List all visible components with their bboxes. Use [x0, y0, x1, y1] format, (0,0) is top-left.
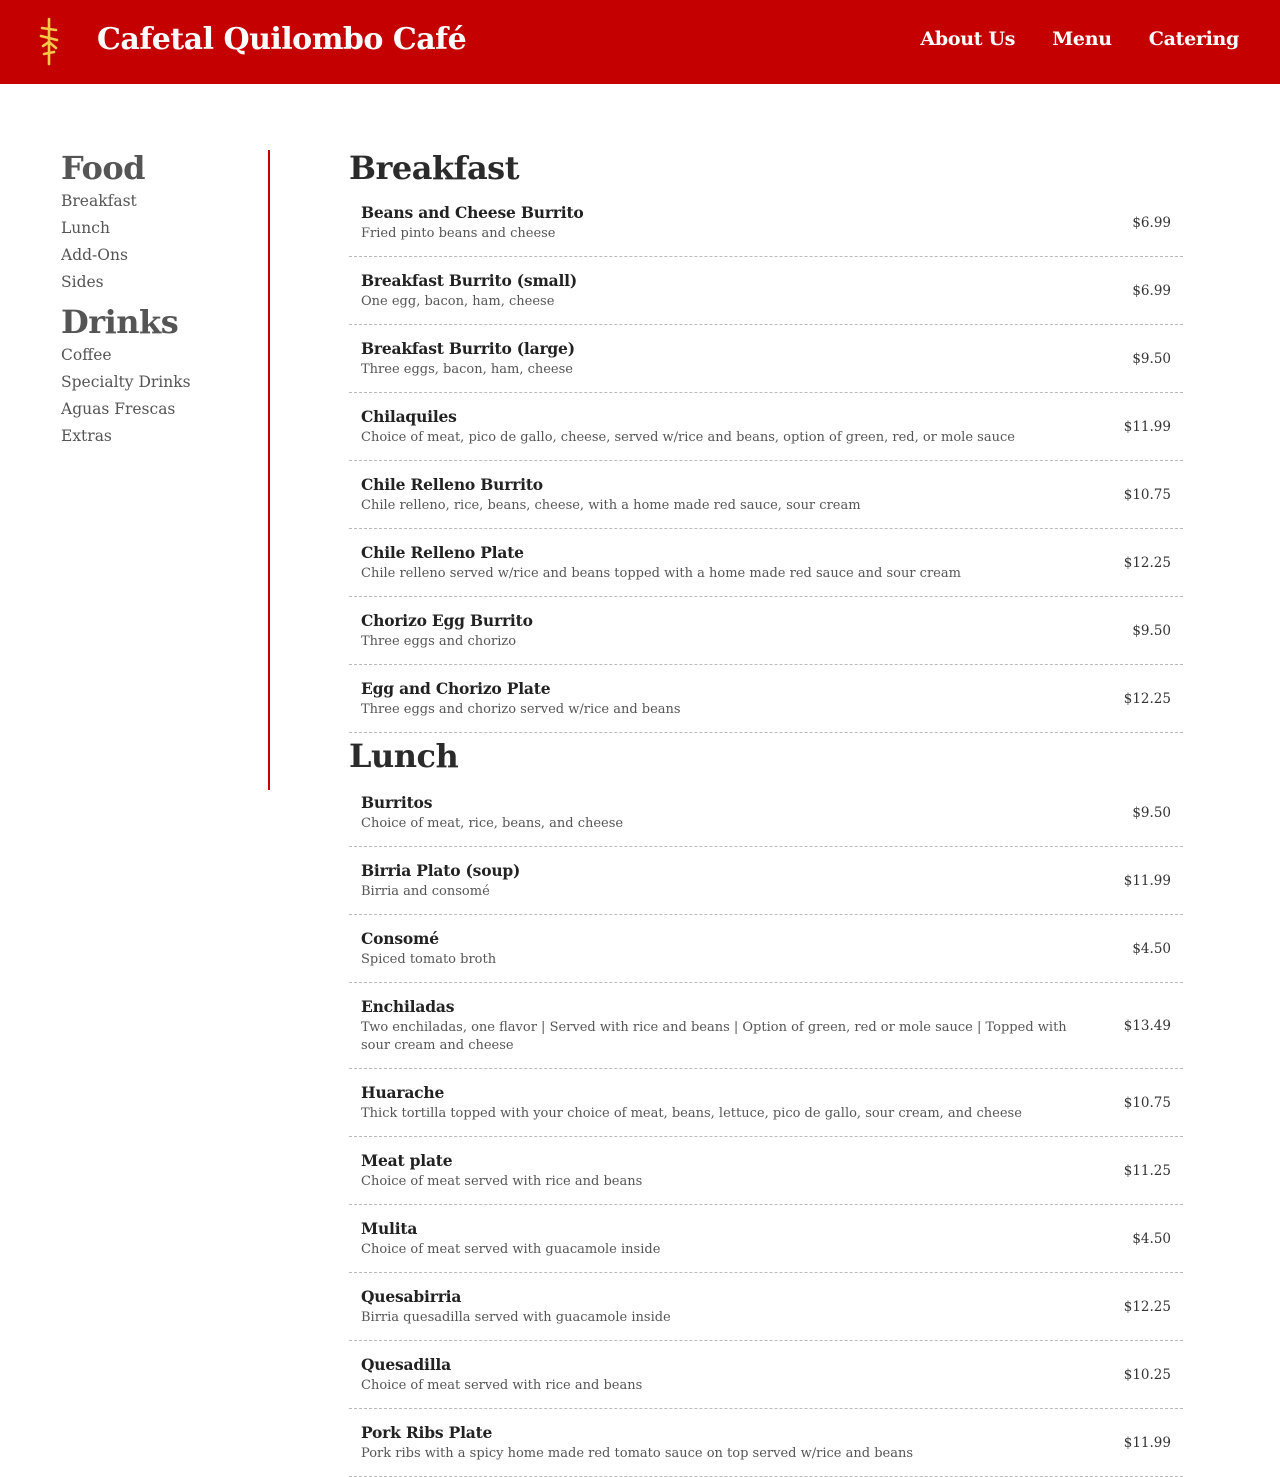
item-name: Beans and Cheese Burrito	[361, 202, 584, 222]
item-name: Enchiladas	[361, 996, 455, 1016]
menu-item: Chorizo Egg Burrito Three eggs and choriz…	[349, 597, 1183, 665]
item-price: $4.50	[1132, 940, 1171, 957]
item-description: Birria quesadilla served with guacamole …	[361, 1309, 671, 1325]
sidebar-heading-food: Food	[61, 149, 146, 187]
item-name: Burritos	[361, 792, 433, 812]
menu-sidebar: Food Breakfast Lunch Add-Ons Sides Drink…	[61, 148, 261, 456]
item-description: Choice of meat, rice, beans, and cheese	[361, 815, 624, 831]
menu-item: Chile Relleno Burrito Chile relleno, rice…	[349, 461, 1183, 529]
item-description: Three eggs and chorizo served w/rice and…	[361, 701, 681, 717]
sidebar-item-specialty-drinks[interactable]: Specialty Drinks	[61, 369, 261, 396]
nav-about-us[interactable]: About Us	[920, 28, 1015, 50]
sidebar-item-sides[interactable]: Sides	[61, 269, 261, 296]
item-name: Huarache	[361, 1082, 445, 1102]
sidebar-heading-drinks: Drinks	[61, 303, 179, 341]
sidebar-item-coffee[interactable]: Coffee	[61, 342, 261, 369]
item-description: Chile relleno served w/rice and beans to…	[361, 565, 961, 581]
item-description: Choice of meat served with rice and bean…	[361, 1377, 643, 1393]
menu-item: Breakfast Burrito (small) One egg, bacon,…	[349, 257, 1183, 325]
item-name: Chile Relleno Burrito	[361, 474, 543, 494]
item-name: Chilaquiles	[361, 406, 457, 426]
item-price: $12.25	[1123, 1298, 1171, 1315]
nav-menu[interactable]: Menu	[1052, 28, 1112, 50]
menu-item: Chilaquiles Choice of meat, pico de gallo…	[349, 393, 1183, 461]
item-description: Chile relleno, rice, beans, cheese, with…	[361, 497, 861, 513]
cafe-logo-icon[interactable]	[36, 16, 62, 68]
item-name: Quesadilla	[361, 1354, 451, 1374]
item-description: Choice of meat served with rice and bean…	[361, 1173, 643, 1189]
section-title-breakfast: Breakfast	[349, 149, 519, 187]
menu-item: Beans and Cheese Burrito Fried pinto bean…	[349, 189, 1183, 257]
item-name: Chorizo Egg Burrito	[361, 610, 533, 630]
item-price: $9.50	[1132, 804, 1171, 821]
item-price: $10.75	[1123, 1094, 1171, 1111]
menu-item: Meat plate Choice of meat served with ric…	[349, 1137, 1183, 1205]
menu-item: Pork Ribs Plate Pork ribs with a spicy ho…	[349, 1409, 1183, 1477]
item-name: Birria Plato (soup)	[361, 860, 521, 880]
menu-content: Breakfast Beans and Cheese Burrito Fried …	[349, 147, 1183, 1477]
item-price: $11.99	[1123, 1434, 1171, 1451]
item-price: $11.99	[1123, 418, 1171, 435]
sidebar-drinks-list: Coffee Specialty Drinks Aguas Frescas Ex…	[61, 342, 261, 450]
menu-item: Enchiladas Two enchiladas, one flavor | S…	[349, 983, 1183, 1069]
item-name: Quesabirria	[361, 1286, 462, 1306]
item-description: Three eggs and chorizo	[361, 633, 517, 649]
item-name: Meat plate	[361, 1150, 453, 1170]
menu-item: Quesabirria Birria quesadilla served with…	[349, 1273, 1183, 1341]
sidebar-item-breakfast[interactable]: Breakfast	[61, 188, 261, 215]
item-price: $6.99	[1132, 282, 1171, 299]
item-description: Three eggs, bacon, ham, cheese	[361, 361, 573, 377]
menu-item: Egg and Chorizo Plate Three eggs and chor…	[349, 665, 1183, 733]
lunch-items: Burritos Choice of meat, rice, beans, and…	[349, 779, 1183, 1477]
item-name: Consomé	[361, 928, 439, 948]
section-title-lunch: Lunch	[349, 737, 459, 775]
item-name: Pork Ribs Plate	[361, 1422, 493, 1442]
breakfast-items: Beans and Cheese Burrito Fried pinto bean…	[349, 189, 1183, 733]
item-price: $9.50	[1132, 350, 1171, 367]
item-name: Mulita	[361, 1218, 418, 1238]
item-price: $10.25	[1123, 1366, 1171, 1383]
sidebar-food-list: Breakfast Lunch Add-Ons Sides	[61, 188, 261, 296]
sidebar-divider	[268, 150, 270, 790]
item-price: $6.99	[1132, 214, 1171, 231]
menu-item: Chile Relleno Plate Chile relleno served …	[349, 529, 1183, 597]
menu-item: Breakfast Burrito (large) Three eggs, bac…	[349, 325, 1183, 393]
item-description: Two enchiladas, one flavor | Served with…	[361, 1019, 1067, 1053]
menu-item: Birria Plato (soup) Birria and consomé $1…	[349, 847, 1183, 915]
item-description: Choice of meat served with guacamole ins…	[361, 1241, 661, 1257]
item-description: One egg, bacon, ham, cheese	[361, 293, 555, 309]
item-description: Thick tortilla topped with your choice o…	[361, 1105, 1022, 1121]
main-nav: About Us Menu Catering	[920, 28, 1239, 50]
menu-item: Quesadilla Choice of meat served with ric…	[349, 1341, 1183, 1409]
item-description: Spiced tomato broth	[361, 951, 497, 967]
item-description: Pork ribs with a spicy home made red tom…	[361, 1445, 914, 1461]
sidebar-item-add-ons[interactable]: Add-Ons	[61, 242, 261, 269]
item-price: $11.99	[1123, 872, 1171, 889]
item-price: $10.75	[1123, 486, 1171, 503]
item-price: $12.25	[1123, 690, 1171, 707]
item-price: $4.50	[1132, 1230, 1171, 1247]
item-name: Chile Relleno Plate	[361, 542, 524, 562]
menu-item: Mulita Choice of meat served with guacamo…	[349, 1205, 1183, 1273]
menu-item: Huarache Thick tortilla topped with your …	[349, 1069, 1183, 1137]
item-price: $13.49	[1123, 1017, 1171, 1034]
item-name: Egg and Chorizo Plate	[361, 678, 551, 698]
sidebar-item-lunch[interactable]: Lunch	[61, 215, 261, 242]
item-price: $12.25	[1123, 554, 1171, 571]
sidebar-item-aguas-frescas[interactable]: Aguas Frescas	[61, 396, 261, 423]
item-description: Choice of meat, pico de gallo, cheese, s…	[361, 429, 1015, 445]
site-title[interactable]: Cafetal Quilombo Café	[97, 22, 467, 57]
item-description: Birria and consomé	[361, 883, 490, 899]
menu-item: Consomé Spiced tomato broth $4.50	[349, 915, 1183, 983]
item-price: $9.50	[1132, 622, 1171, 639]
item-price: $11.25	[1123, 1162, 1171, 1179]
item-name: Breakfast Burrito (small)	[361, 270, 578, 290]
item-description: Fried pinto beans and cheese	[361, 225, 556, 241]
nav-catering[interactable]: Catering	[1149, 28, 1240, 50]
sidebar-item-extras[interactable]: Extras	[61, 423, 261, 450]
site-header: Cafetal Quilombo Café About Us Menu Cate…	[0, 0, 1280, 84]
menu-item: Burritos Choice of meat, rice, beans, and…	[349, 779, 1183, 847]
item-name: Breakfast Burrito (large)	[361, 338, 575, 358]
